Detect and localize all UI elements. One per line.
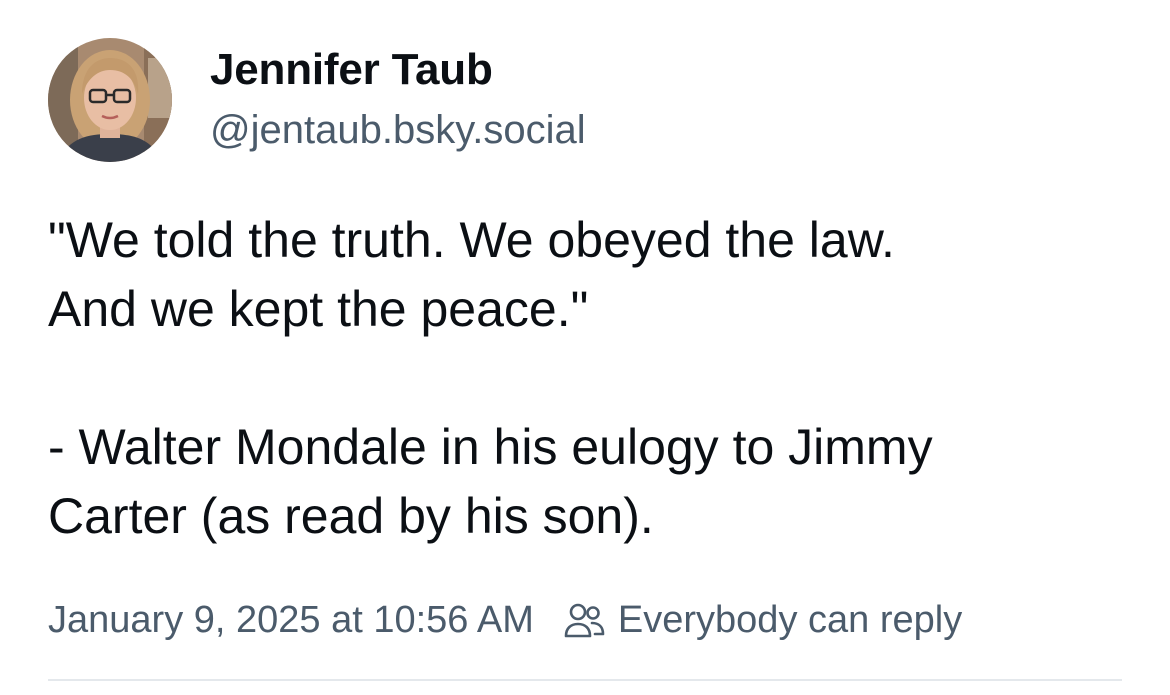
author-display-name[interactable]: Jennifer Taub xyxy=(210,42,586,98)
author-names: Jennifer Taub @jentaub.bsky.social xyxy=(210,42,586,158)
people-icon xyxy=(562,598,606,642)
post-meta: January 9, 2025 at 10:56 AM Everybody ca… xyxy=(48,594,962,646)
author-handle[interactable]: @jentaub.bsky.social xyxy=(210,102,586,158)
post-text: "We told the truth. We obeyed the law. A… xyxy=(48,212,933,544)
avatar[interactable] xyxy=(48,38,172,162)
divider xyxy=(48,679,1122,681)
avatar-image xyxy=(48,38,172,162)
reply-setting-label: Everybody can reply xyxy=(617,599,963,641)
post-author[interactable]: Jennifer Taub @jentaub.bsky.social xyxy=(48,38,586,162)
post: Jennifer Taub @jentaub.bsky.social "We t… xyxy=(0,0,1170,695)
reply-setting: Everybody can reply xyxy=(562,594,962,646)
post-timestamp[interactable]: January 9, 2025 at 10:56 AM xyxy=(48,594,534,646)
